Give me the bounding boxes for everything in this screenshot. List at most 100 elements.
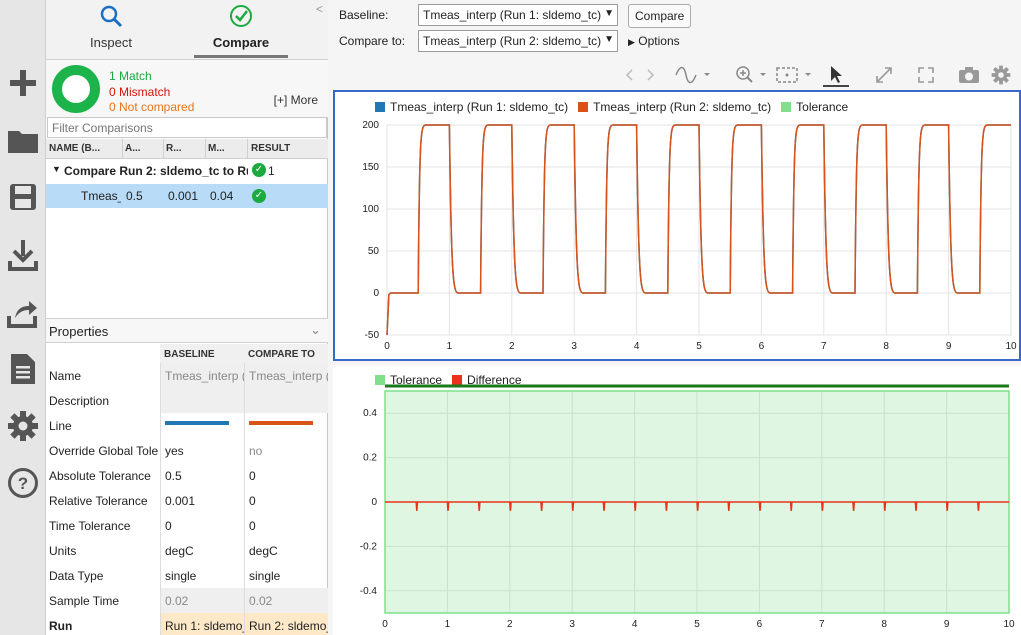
document-icon[interactable] xyxy=(4,350,42,388)
x-tick-label: 2 xyxy=(507,619,513,630)
baseline-select[interactable]: Tmeas_interp (Run 1: sldemo_tc) ▼ xyxy=(418,4,618,26)
col-name[interactable]: NAME (B... xyxy=(49,143,121,154)
left-panel: Inspect Compare < 1 Match 0 Mismatch 0 N… xyxy=(46,0,328,635)
compare-to-label: Compare to: xyxy=(339,34,406,48)
compare-to-value: Tmeas_interp (Run 2: sldemo_tc) xyxy=(423,34,602,48)
row-max-diff: 0.04 xyxy=(210,189,234,203)
property-row[interactable]: Run Run 1: sldemo_ Run 2: sldemo_ xyxy=(46,613,328,635)
expand-triangle-icon: ▶ xyxy=(628,37,635,47)
add-icon[interactable] xyxy=(4,64,42,102)
share-icon[interactable] xyxy=(4,294,42,332)
comparison-table-header: NAME (B... A... R... M... RESULT xyxy=(46,139,328,159)
cursor-icon[interactable] xyxy=(823,63,849,87)
tab-inspect[interactable]: Inspect xyxy=(56,4,166,58)
app-window: ? Inspect Compare < 1 Match 0 Mismatch 0… xyxy=(0,0,1021,635)
baseline-line-swatch xyxy=(165,421,229,425)
zoom-icon[interactable] xyxy=(734,63,770,87)
signal-plot[interactable]: Tmeas_interp (Run 1: sldemo_tc) Tmeas_in… xyxy=(333,90,1021,361)
property-row[interactable]: Description xyxy=(46,388,328,413)
options-toggle[interactable]: ▶ Options xyxy=(628,34,680,48)
properties-header[interactable]: Properties ⌄ xyxy=(46,318,328,343)
back-icon[interactable] xyxy=(621,63,637,87)
property-name: Name xyxy=(49,369,82,383)
property-row[interactable]: Line xyxy=(46,413,328,438)
x-tick-label: 8 xyxy=(881,619,887,630)
x-tick-label: 1 xyxy=(445,619,451,630)
property-name: Data Type xyxy=(49,569,104,583)
property-baseline-value: degC xyxy=(160,538,244,563)
chevron-down-icon: ▼ xyxy=(604,34,614,45)
property-row[interactable]: Absolute Tolerance 0.5 0 xyxy=(46,463,328,488)
property-compare-value: 0 xyxy=(244,463,328,488)
help-icon[interactable]: ? xyxy=(4,464,42,502)
difference-plot[interactable]: Tolerance Difference 0 1 2 3 4 5 6 7 8 9 10 0.4 0.2 0… xyxy=(333,365,1021,635)
y-tick-label: 0 xyxy=(371,497,377,508)
not-compared-count: 0 Not compared xyxy=(109,100,195,114)
property-row[interactable]: Name Tmeas_interp (Tmeas_interp ( xyxy=(46,363,328,388)
comparison-summary: 1 Match 0 Mismatch 0 Not compared [+] Mo… xyxy=(46,60,328,117)
collapse-panel-icon[interactable]: < xyxy=(316,2,323,16)
comparison-group-row[interactable]: ▼ Compare Run 2: sldemo_tc to Run 1 ✓ 1 xyxy=(46,159,328,183)
x-tick-label: 3 xyxy=(569,619,575,630)
expand-icon[interactable] xyxy=(873,63,895,87)
property-compare-value: 0 xyxy=(244,513,328,538)
folder-icon[interactable] xyxy=(4,121,42,159)
y-tick-label: 200 xyxy=(362,120,379,131)
x-tick-label: 4 xyxy=(634,341,640,352)
signal-icon[interactable] xyxy=(674,63,714,87)
more-button[interactable]: [+] More xyxy=(274,93,318,107)
col-rel[interactable]: R... xyxy=(166,143,204,154)
properties-title: Properties xyxy=(49,324,109,339)
forward-icon[interactable] xyxy=(643,63,659,87)
y-tick-label: 50 xyxy=(368,246,380,257)
chevron-down-icon[interactable]: ⌄ xyxy=(310,322,321,338)
property-row[interactable]: Sample Time 0.02 0.02 xyxy=(46,588,328,613)
property-name: Line xyxy=(49,419,72,433)
y-tick-label: 0.4 xyxy=(363,408,377,419)
check-circle-icon xyxy=(230,5,252,27)
property-row[interactable]: Units degC degC xyxy=(46,538,328,563)
property-name: Time Tolerance xyxy=(49,519,131,533)
row-abs-tol: 0.5 xyxy=(126,189,143,203)
property-compare-value xyxy=(244,413,328,438)
expand-caret-icon[interactable]: ▼ xyxy=(52,164,61,174)
col-max[interactable]: M... xyxy=(208,143,246,154)
settings-icon[interactable] xyxy=(4,407,42,445)
property-row[interactable]: Time Tolerance 0 0 xyxy=(46,513,328,538)
property-compare-value: single xyxy=(244,563,328,588)
col-abs[interactable]: A... xyxy=(125,143,163,154)
property-row[interactable]: Data Type single single xyxy=(46,563,328,588)
fit-icon[interactable] xyxy=(775,63,815,87)
x-tick-label: 4 xyxy=(632,619,638,630)
property-row[interactable]: Override Global Tole yes no xyxy=(46,438,328,463)
filter-comparisons-input[interactable] xyxy=(47,117,327,138)
x-tick-label: 2 xyxy=(509,341,515,352)
baseline-value: Tmeas_interp (Run 1: sldemo_tc) xyxy=(423,8,602,22)
col-result[interactable]: RESULT xyxy=(251,143,321,154)
x-tick-label: 10 xyxy=(1003,619,1015,630)
compare-button[interactable]: Compare xyxy=(628,4,692,28)
signal-plot-canvas: 0 1 2 3 4 5 6 7 8 9 10 200 150 100 50 0 -50 xyxy=(362,120,1017,352)
chevron-down-icon: ▼ xyxy=(604,8,614,19)
tab-inspect-label: Inspect xyxy=(90,35,132,50)
tab-compare[interactable]: Compare xyxy=(186,4,296,58)
match-count: 1 Match xyxy=(109,69,152,83)
y-tick-label: -0.2 xyxy=(360,541,378,552)
property-name: Override Global Tole xyxy=(49,444,159,458)
compare-to-select[interactable]: Tmeas_interp (Run 2: sldemo_tc) ▼ xyxy=(418,30,618,52)
property-row[interactable]: Relative Tolerance 0.001 0 xyxy=(46,488,328,513)
y-tick-label: 0 xyxy=(373,288,379,299)
property-baseline-value: single xyxy=(160,563,244,588)
camera-icon[interactable] xyxy=(957,63,981,87)
property-compare-value: 0 xyxy=(244,488,328,513)
property-baseline-value: Run 1: sldemo_ xyxy=(160,613,244,635)
fullscreen-icon[interactable] xyxy=(915,63,937,87)
y-tick-label: -50 xyxy=(365,330,380,341)
x-tick-label: 0 xyxy=(382,619,388,630)
gear-icon[interactable] xyxy=(989,63,1013,87)
table-row[interactable]: Tmeas_ 0.5 0.001 0.04 ✓ xyxy=(46,184,328,208)
property-compare-value xyxy=(244,388,328,413)
download-icon[interactable] xyxy=(4,236,42,274)
save-icon[interactable] xyxy=(4,178,42,216)
group-label: Compare Run 2: sldemo_tc to Run 1 xyxy=(64,164,248,178)
